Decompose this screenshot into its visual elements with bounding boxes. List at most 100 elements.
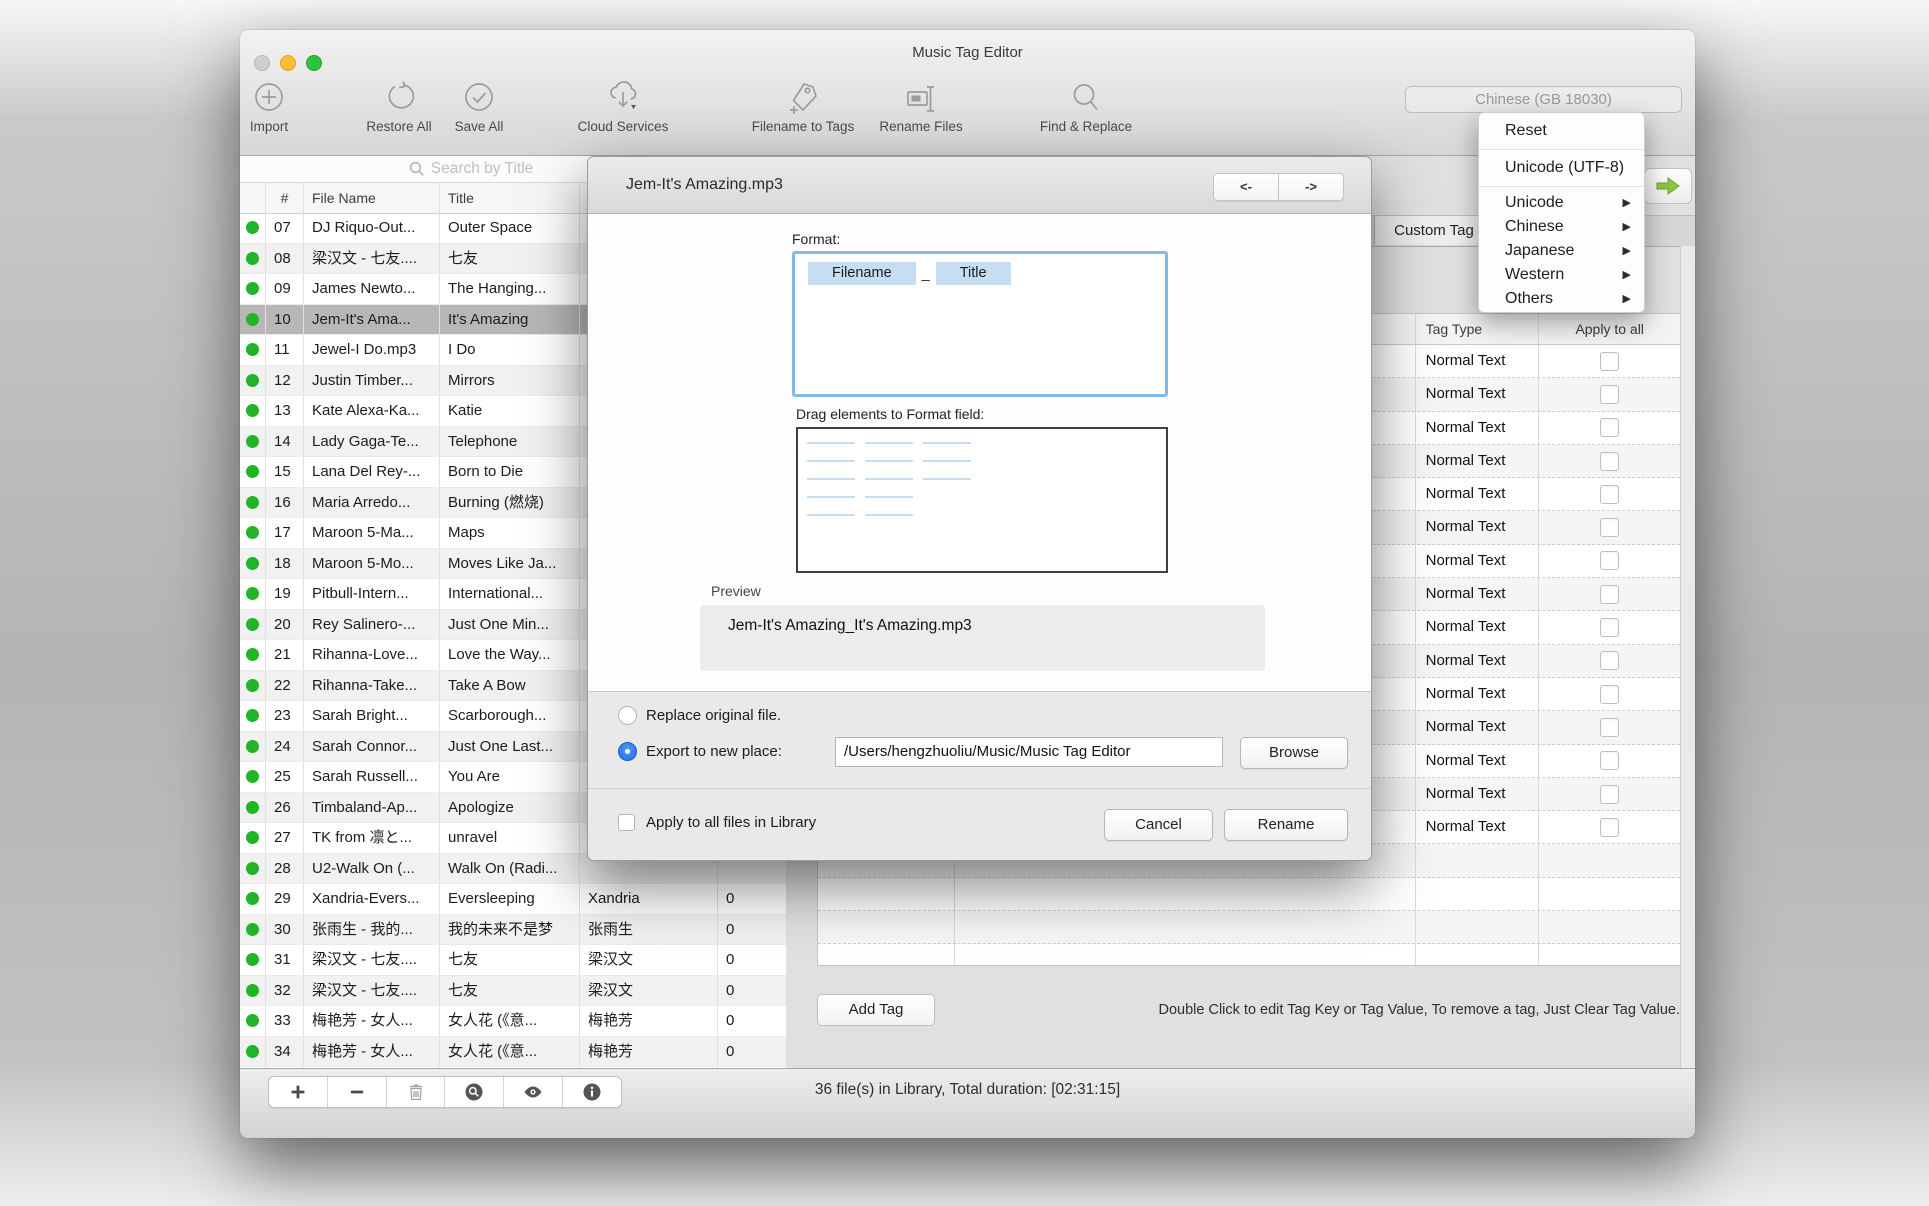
drag-element-chip[interactable] — [807, 514, 855, 516]
drag-element-chip[interactable] — [865, 514, 913, 516]
info-button[interactable] — [563, 1077, 621, 1107]
apply-checkbox[interactable] — [1600, 751, 1619, 770]
apply-to-all-column-header[interactable]: Apply to all — [1539, 314, 1680, 344]
tag-value-cell[interactable] — [955, 911, 1416, 943]
drag-element-chip[interactable] — [865, 496, 913, 498]
format-field[interactable]: Filename_Title — [792, 251, 1168, 397]
apply-checkbox[interactable] — [1600, 618, 1619, 637]
tag-type-cell[interactable]: Normal Text — [1416, 678, 1540, 710]
apply-checkbox[interactable] — [1600, 352, 1619, 371]
drag-element-chip[interactable] — [923, 460, 971, 462]
tag-type-cell[interactable]: Normal Text — [1416, 711, 1540, 743]
tag-type-cell[interactable]: Normal Text — [1416, 478, 1540, 510]
toolbar-save-all-button[interactable]: Save All — [404, 80, 554, 134]
drag-element-chip[interactable] — [865, 460, 913, 462]
empty-tag-row[interactable] — [818, 944, 1680, 966]
tag-type-cell[interactable] — [1416, 844, 1540, 876]
tag-key-cell[interactable] — [818, 944, 955, 966]
panel-scrollbar[interactable] — [1680, 246, 1695, 1069]
add-file-button[interactable] — [269, 1077, 328, 1107]
tag-type-column-header[interactable]: Tag Type — [1416, 314, 1540, 344]
preview-button[interactable] — [504, 1077, 563, 1107]
apply-checkbox[interactable] — [1600, 685, 1619, 704]
previous-file-button[interactable]: <- — [1214, 174, 1279, 200]
drag-element-chip[interactable] — [923, 442, 971, 444]
add-tag-button[interactable]: Add Tag — [817, 994, 935, 1026]
tag-type-cell[interactable]: Normal Text — [1416, 811, 1540, 843]
tag-key-cell[interactable] — [818, 911, 955, 943]
toolbar-find-replace-button[interactable]: Find & Replace — [1011, 80, 1161, 134]
status-column-header[interactable] — [240, 183, 266, 213]
apply-checkbox[interactable] — [1600, 785, 1619, 804]
tag-type-cell[interactable] — [1416, 944, 1540, 966]
export-path-field[interactable]: /Users/hengzhuoliu/Music/Music Tag Edito… — [835, 737, 1223, 767]
tag-type-cell[interactable]: Normal Text — [1416, 611, 1540, 643]
tag-type-cell[interactable]: Normal Text — [1416, 511, 1540, 543]
tag-type-cell[interactable] — [1416, 878, 1540, 910]
remove-file-button[interactable] — [328, 1077, 387, 1107]
delete-button[interactable] — [387, 1077, 446, 1107]
tag-value-cell[interactable] — [955, 944, 1416, 966]
tag-type-cell[interactable] — [1416, 911, 1540, 943]
apply-checkbox[interactable] — [1600, 518, 1619, 537]
next-file-button[interactable]: -> — [1279, 174, 1343, 200]
apply-checkbox[interactable] — [1600, 452, 1619, 471]
menu-item-submenu[interactable]: Chinese ▶ — [1479, 215, 1644, 239]
apply-encoding-button[interactable] — [1644, 168, 1692, 204]
tag-type-cell[interactable]: Normal Text — [1416, 745, 1540, 777]
apply-all-files-checkbox[interactable] — [618, 814, 635, 831]
rename-button[interactable]: Rename — [1224, 809, 1348, 841]
file-row[interactable]: 30 张雨生 - 我的... 我的未来不是梦 张雨生 0 — [240, 915, 786, 946]
number-column-header[interactable]: # — [266, 183, 304, 213]
empty-tag-row[interactable] — [818, 911, 1680, 944]
toolbar-cloud-services-button[interactable]: Cloud Services — [548, 80, 698, 134]
empty-tag-row[interactable] — [818, 878, 1680, 911]
tag-key-cell[interactable] — [818, 878, 955, 910]
drag-element-chip[interactable] — [865, 442, 913, 444]
format-token-filename[interactable]: Filename — [808, 262, 916, 285]
tag-type-cell[interactable]: Normal Text — [1416, 445, 1540, 477]
tag-type-cell[interactable]: Normal Text — [1416, 345, 1540, 377]
file-row[interactable]: 32 梁汉文 - 七友.... 七友 梁汉文 0 — [240, 976, 786, 1007]
title-column-header[interactable]: Title — [440, 183, 580, 213]
apply-checkbox[interactable] — [1600, 418, 1619, 437]
tag-type-cell[interactable]: Normal Text — [1416, 778, 1540, 810]
menu-item-reset[interactable]: Reset — [1479, 117, 1644, 145]
tag-type-cell[interactable]: Normal Text — [1416, 578, 1540, 610]
search-library-button[interactable] — [445, 1077, 504, 1107]
drag-element-chip[interactable] — [865, 478, 913, 480]
browse-button[interactable]: Browse — [1240, 737, 1348, 769]
file-row[interactable]: 33 梅艳芳 - 女人... 女人花 (《意... 梅艳芳 0 — [240, 1006, 786, 1037]
tag-value-cell[interactable] — [955, 878, 1416, 910]
menu-item-submenu[interactable]: Western ▶ — [1479, 263, 1644, 287]
file-row[interactable]: 34 梅艳芳 - 女人... 女人花 (《意... 梅艳芳 0 — [240, 1037, 786, 1068]
menu-item-submenu[interactable]: Others ▶ — [1479, 287, 1644, 311]
menu-item-submenu[interactable]: Unicode ▶ — [1479, 191, 1644, 215]
format-token-title[interactable]: Title — [936, 262, 1011, 285]
apply-checkbox[interactable] — [1600, 551, 1619, 570]
cancel-button[interactable]: Cancel — [1104, 809, 1213, 841]
tag-type-cell[interactable]: Normal Text — [1416, 412, 1540, 444]
export-new-place-radio[interactable] — [618, 742, 637, 761]
apply-checkbox[interactable] — [1600, 651, 1619, 670]
file-name-column-header[interactable]: File Name — [304, 183, 440, 213]
apply-checkbox[interactable] — [1600, 385, 1619, 404]
drag-element-chip[interactable] — [923, 478, 971, 480]
file-row[interactable]: 29 Xandria-Evers... Eversleeping Xandria… — [240, 884, 786, 915]
drag-element-chip[interactable] — [807, 478, 855, 480]
tag-type-cell[interactable]: Normal Text — [1416, 645, 1540, 677]
tag-type-cell[interactable]: Normal Text — [1416, 545, 1540, 577]
tab-custom-tag[interactable]: Custom Tag — [1374, 216, 1494, 245]
file-row[interactable]: 31 梁汉文 - 七友.... 七友 梁汉文 0 — [240, 945, 786, 976]
tag-type-cell[interactable]: Normal Text — [1416, 378, 1540, 410]
drag-element-chip[interactable] — [807, 496, 855, 498]
apply-checkbox[interactable] — [1600, 585, 1619, 604]
drag-element-chip[interactable] — [807, 442, 855, 444]
toolbar-rename-files-button[interactable]: Rename Files — [846, 80, 996, 134]
apply-checkbox[interactable] — [1600, 818, 1619, 837]
drag-element-chip[interactable] — [807, 460, 855, 462]
menu-item-unicode-utf8[interactable]: Unicode (UTF-8) — [1479, 154, 1644, 182]
menu-item-submenu[interactable]: Japanese ▶ — [1479, 239, 1644, 263]
apply-checkbox[interactable] — [1600, 718, 1619, 737]
apply-checkbox[interactable] — [1600, 485, 1619, 504]
